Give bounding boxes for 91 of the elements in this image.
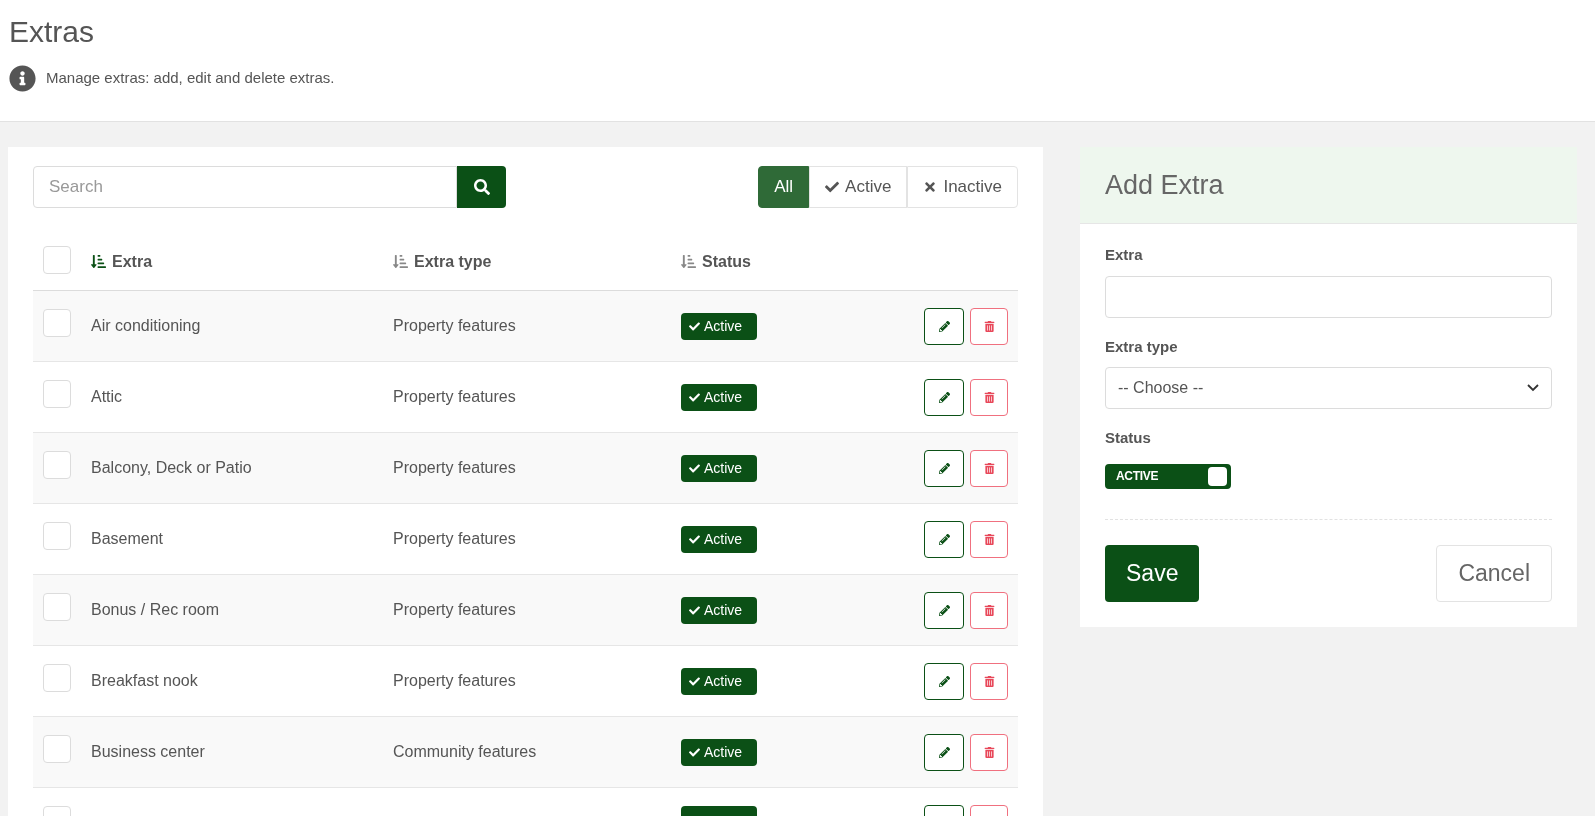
extra-name: Air conditioning	[91, 317, 201, 334]
extra-name: Bonus / Rec room	[91, 601, 220, 618]
delete-button[interactable]	[970, 307, 1008, 345]
checkbox[interactable]	[43, 734, 71, 763]
delete-button[interactable]	[970, 662, 1008, 700]
pencil-icon	[938, 462, 950, 474]
extra-type-select[interactable]: -- Choose --	[1105, 367, 1552, 409]
search-button[interactable]	[457, 166, 506, 208]
extra-name: Attic	[91, 388, 123, 405]
edit-button[interactable]	[924, 662, 964, 700]
edit-button[interactable]	[924, 307, 964, 345]
check-icon	[689, 320, 700, 332]
filter-tab[interactable]: Inactive	[907, 166, 1018, 208]
checkbox[interactable]	[43, 521, 71, 550]
extra-type: Property features	[393, 317, 516, 334]
check-icon	[689, 675, 700, 687]
delete-button[interactable]	[970, 378, 1008, 416]
search-field[interactable]: Search	[33, 166, 457, 208]
extra-type: Property features	[393, 672, 516, 689]
page-title: Extras	[9, 14, 96, 50]
check-icon	[689, 604, 700, 616]
pencil-icon	[938, 391, 950, 403]
trash-icon	[983, 675, 995, 687]
extra-type: Property features	[393, 459, 516, 476]
status-badge: Active	[681, 738, 757, 766]
pencil-icon	[938, 320, 950, 332]
status-badge: Active	[681, 312, 757, 340]
trash-icon	[983, 746, 995, 758]
field-label: Extra	[1105, 245, 1144, 265]
delete-button[interactable]	[970, 591, 1008, 629]
check-icon	[825, 180, 840, 194]
field-label: Status	[1105, 428, 1152, 448]
info-icon	[9, 65, 36, 92]
trash-icon	[983, 462, 995, 474]
extra-type: Community features	[393, 743, 537, 760]
delete-button[interactable]	[970, 449, 1008, 487]
cancel-button[interactable]: Cancel	[1436, 544, 1552, 602]
status-toggle[interactable]: ACTIVE	[1105, 463, 1231, 489]
checkbox[interactable]	[43, 663, 71, 692]
edit-button[interactable]	[924, 591, 964, 629]
checkbox[interactable]	[43, 245, 71, 274]
check-icon	[689, 462, 700, 474]
pencil-icon	[938, 604, 950, 616]
cross-icon	[923, 180, 938, 194]
trash-icon	[983, 604, 995, 616]
search-icon	[473, 179, 490, 195]
checkbox[interactable]	[43, 379, 71, 408]
extra-name: Balcony, Deck or Patio	[91, 459, 252, 476]
column-header[interactable]: Extra type	[393, 249, 492, 274]
chevron-down-icon	[1527, 384, 1539, 392]
sort-icon	[91, 254, 106, 270]
save-button[interactable]: Save	[1105, 544, 1200, 602]
status-badge: Active	[681, 454, 757, 482]
extra-name: Breakfast nook	[91, 672, 198, 689]
pencil-icon	[938, 746, 950, 758]
column-header[interactable]: Status	[681, 249, 751, 274]
extra-type: Property features	[393, 601, 516, 618]
status-badge: Active	[681, 596, 757, 624]
check-icon	[689, 746, 700, 758]
trash-icon	[983, 533, 995, 545]
extra-type: Property features	[393, 530, 516, 547]
check-icon	[689, 391, 700, 403]
delete-button[interactable]	[970, 733, 1008, 771]
filter-tab[interactable]: All	[758, 166, 810, 208]
pencil-icon	[938, 533, 950, 545]
trash-icon	[983, 391, 995, 403]
status-badge: Active	[681, 383, 757, 411]
status-badge: Active	[681, 525, 757, 553]
edit-button[interactable]	[924, 378, 964, 416]
edit-button[interactable]	[924, 733, 964, 771]
checkbox[interactable]	[43, 592, 71, 621]
checkbox[interactable]	[43, 450, 71, 479]
column-header[interactable]: Extra	[91, 249, 153, 274]
extra-type: Property features	[393, 388, 516, 405]
page-description: Manage extras: add, edit and delete extras.	[46, 68, 335, 89]
status-badge: Active	[681, 667, 757, 695]
filter-tab[interactable]: Active	[809, 166, 908, 208]
delete-button[interactable]	[970, 520, 1008, 558]
sort-icon	[681, 254, 696, 270]
edit-button[interactable]	[924, 449, 964, 487]
field-label: Extra type	[1105, 336, 1179, 357]
form-title: Add Extra	[1105, 168, 1224, 202]
trash-icon	[983, 320, 995, 332]
check-icon	[689, 533, 700, 545]
extra-name: Basement	[91, 530, 164, 547]
pencil-icon	[938, 675, 950, 687]
checkbox[interactable]	[43, 308, 71, 337]
sort-icon	[393, 254, 408, 270]
extra-name: Business center	[91, 743, 205, 760]
edit-button[interactable]	[924, 520, 964, 558]
extra-input[interactable]	[1105, 275, 1552, 318]
